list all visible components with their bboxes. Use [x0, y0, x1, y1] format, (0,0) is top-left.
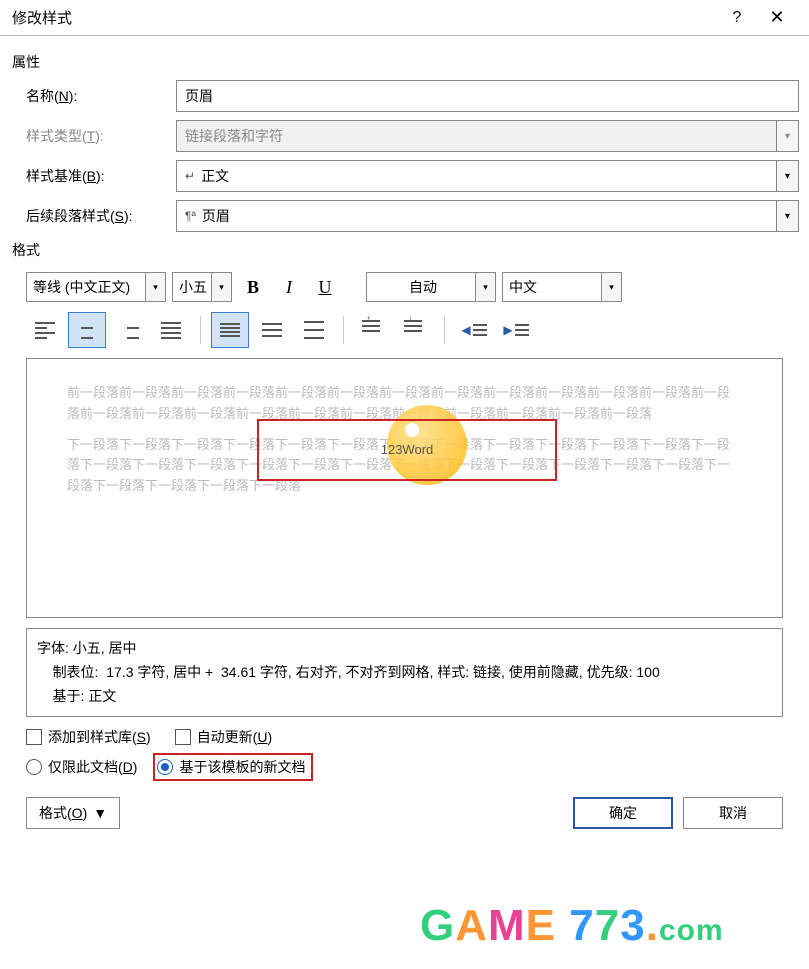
help-button[interactable]: ?: [717, 9, 757, 27]
based-on-value: 正文: [201, 166, 229, 186]
template-based-label: 基于该模板的新文档: [179, 757, 305, 777]
desc-line-2: 制表位: 17.3 字符, 居中 + 34.61 字符, 右对齐, 不对齐到网格…: [37, 661, 772, 685]
align-left-button[interactable]: [26, 312, 64, 348]
font-family-value: 等线 (中文正文): [33, 277, 130, 297]
script-select[interactable]: 中文 ▾: [502, 272, 622, 302]
label-style-type: 样式类型(T):: [26, 126, 166, 146]
indent-increase-button[interactable]: ▶: [497, 312, 535, 348]
font-color-select[interactable]: 自动 ▾: [366, 272, 496, 302]
chevron-down-icon[interactable]: ▾: [475, 273, 495, 301]
based-on-select[interactable]: ↵ 正文 ▾: [176, 160, 799, 192]
italic-button[interactable]: I: [274, 272, 304, 302]
template-based-radio[interactable]: 基于该模板的新文档: [153, 753, 313, 781]
desc-line-3: 基于: 正文: [37, 685, 772, 709]
underline-button[interactable]: U: [310, 272, 340, 302]
radio-icon: [157, 759, 173, 775]
auto-update-label: 自动更新(U): [197, 727, 272, 747]
indent-decrease-button[interactable]: ◀: [455, 312, 493, 348]
close-button[interactable]: ✕: [757, 7, 797, 28]
paragraph-icon: ↵: [185, 169, 195, 183]
doc-only-radio[interactable]: 仅限此文档(D): [26, 757, 137, 777]
chevron-down-icon: ▾: [776, 121, 798, 151]
label-name: 名称(N):: [26, 86, 166, 106]
script-value: 中文: [509, 277, 537, 297]
separator: [200, 316, 201, 344]
align-center-button[interactable]: [68, 312, 106, 348]
chevron-down-icon[interactable]: ▾: [601, 273, 621, 301]
label-based-on: 样式基准(B):: [26, 166, 166, 186]
font-family-select[interactable]: 等线 (中文正文) ▾: [26, 272, 166, 302]
checkbox-icon: [26, 729, 42, 745]
watermark-text: GAME 773.com: [420, 901, 724, 951]
style-type-value: 链接段落和字符: [185, 126, 283, 146]
desc-line-1: 字体: 小五, 居中: [37, 637, 772, 661]
name-input[interactable]: 页眉: [176, 80, 799, 112]
chevron-down-icon[interactable]: ▾: [211, 273, 231, 301]
style-type-select: 链接段落和字符 ▾: [176, 120, 799, 152]
separator: [343, 316, 344, 344]
format-menu-label: 格式(O): [39, 803, 87, 823]
titlebar: 修改样式 ? ✕: [0, 0, 809, 36]
chevron-down-icon[interactable]: ▾: [776, 201, 798, 231]
line-spacing-2-button[interactable]: [295, 312, 333, 348]
separator: [444, 316, 445, 344]
section-format: 格式: [12, 240, 799, 260]
chevron-down-icon[interactable]: ▾: [145, 273, 165, 301]
following-select[interactable]: ¶ª 页眉 ▾: [176, 200, 799, 232]
cancel-button[interactable]: 取消: [683, 797, 783, 829]
preview-sample-text: 123Word: [381, 440, 434, 461]
font-color-value: 自动: [409, 277, 437, 297]
add-to-gallery-label: 添加到样式库(S): [48, 727, 151, 747]
space-before-decrease-button[interactable]: ↓: [396, 312, 434, 348]
radio-icon: [26, 759, 42, 775]
font-size-value: 小五: [179, 277, 207, 297]
section-properties: 属性: [12, 52, 799, 72]
space-before-increase-button[interactable]: ↑: [354, 312, 392, 348]
bold-button[interactable]: B: [238, 272, 268, 302]
line-spacing-1-5-button[interactable]: [253, 312, 291, 348]
dialog-title: 修改样式: [12, 7, 717, 28]
name-value: 页眉: [185, 86, 213, 106]
checkbox-icon: [175, 729, 191, 745]
preview-sample-highlight: 123Word: [257, 419, 557, 481]
auto-update-checkbox[interactable]: 自动更新(U): [175, 727, 272, 747]
ok-button[interactable]: 确定: [573, 797, 673, 829]
pilcrow-icon: ¶ª: [185, 209, 196, 223]
chevron-down-icon: ▼: [93, 805, 107, 821]
chevron-down-icon[interactable]: ▾: [776, 161, 798, 191]
align-justify-button[interactable]: [152, 312, 190, 348]
doc-only-label: 仅限此文档(D): [48, 757, 137, 777]
font-size-select[interactable]: 小五 ▾: [172, 272, 232, 302]
align-right-button[interactable]: [110, 312, 148, 348]
preview-pane: 前一段落前一段落前一段落前一段落前一段落前一段落前一段落前一段落前一段落前一段落…: [26, 358, 783, 618]
line-spacing-1-button[interactable]: [211, 312, 249, 348]
add-to-gallery-checkbox[interactable]: 添加到样式库(S): [26, 727, 151, 747]
following-value: 页眉: [202, 206, 230, 226]
format-menu-button[interactable]: 格式(O) ▼: [26, 797, 120, 829]
style-description: 字体: 小五, 居中 制表位: 17.3 字符, 居中 + 34.61 字符, …: [26, 628, 783, 717]
label-following: 后续段落样式(S):: [26, 206, 166, 226]
